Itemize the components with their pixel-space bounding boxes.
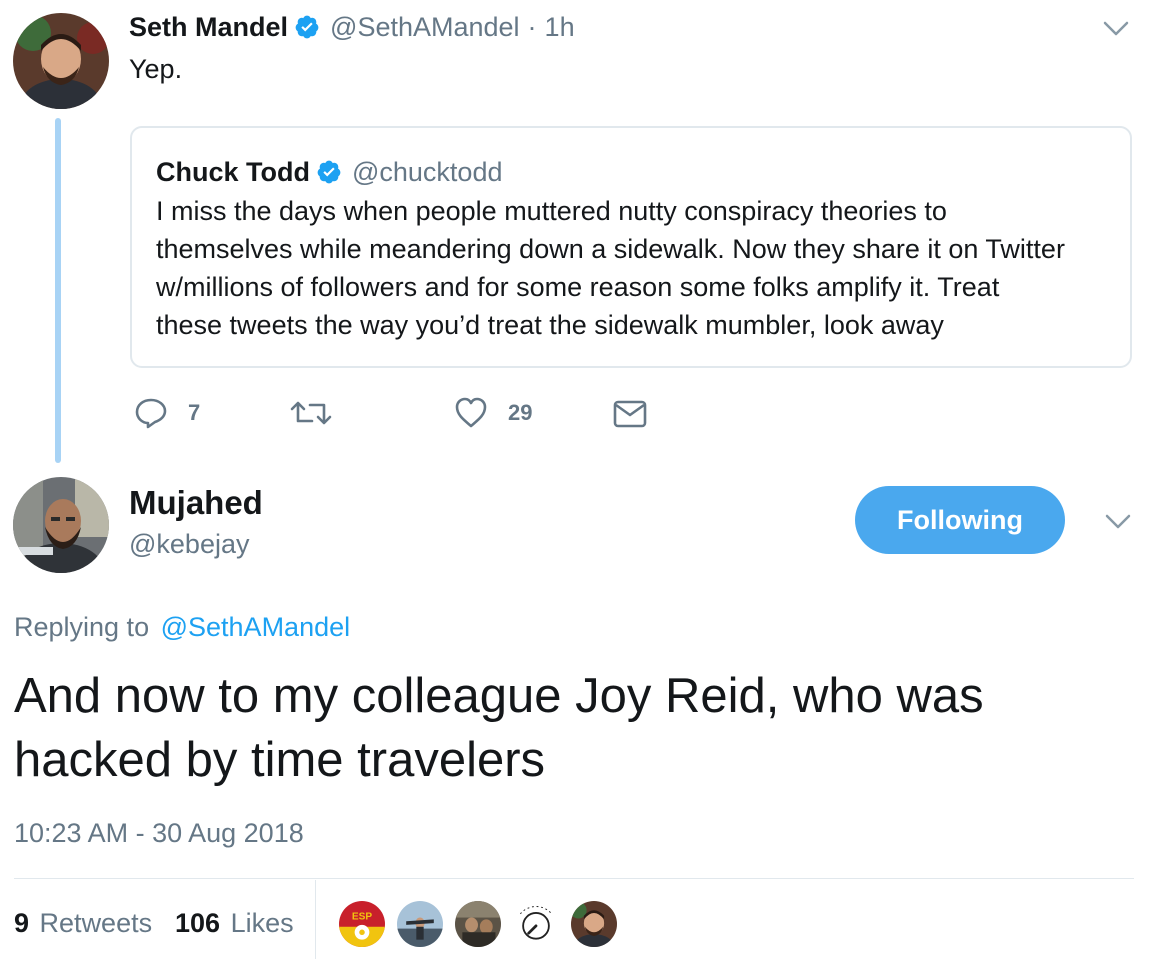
replying-to-handle-link[interactable]: @SethAMandel [161, 612, 351, 642]
tweet-timestamp[interactable]: 10:23 AM - 30 Aug 2018 [14, 816, 304, 850]
reply-count: 7 [188, 400, 201, 425]
parent-more-chevron-down-icon[interactable] [1101, 18, 1131, 40]
retweets-stat[interactable]: 9 Retweets [14, 906, 152, 940]
quoted-author-name: Chuck Todd [156, 156, 310, 187]
parent-author-handle[interactable]: @SethAMandel [330, 12, 520, 43]
main-author-name[interactable]: Mujahed [129, 483, 263, 523]
retweets-count: 9 [14, 908, 30, 938]
likes-count: 106 [175, 908, 221, 938]
main-author-handle[interactable]: @kebejay [129, 527, 249, 561]
envelope-icon [612, 399, 648, 429]
liker-avatar[interactable] [453, 899, 503, 949]
quoted-text-line: themselves while meandering down a sidew… [156, 234, 1065, 264]
quoted-text-line: these tweets the way you’d treat the sid… [156, 310, 944, 340]
reply-action[interactable]: 7 [134, 396, 200, 430]
reply-icon [134, 396, 168, 430]
main-tweet-text: And now to my colleague Joy Reid, who wa… [14, 664, 984, 792]
parent-author-name[interactable]: Seth Mandel [129, 12, 288, 43]
quoted-text-line: w/millions of followers and for some rea… [156, 272, 1000, 302]
quoted-text-line: I miss the days when people muttered nut… [156, 196, 947, 226]
liker-avatar[interactable] [395, 899, 445, 949]
main-tweet-text-line: And now to my colleague Joy Reid, who wa… [14, 669, 984, 723]
quoted-verified-badge-icon [316, 159, 342, 185]
liker-badge-text: ESP [352, 911, 372, 922]
retweet-action[interactable] [290, 396, 342, 430]
following-button[interactable]: Following [855, 486, 1065, 554]
like-count: 29 [508, 400, 533, 425]
stats-divider [14, 878, 1134, 879]
liker-avatar[interactable] [511, 899, 561, 949]
header-separator: · [527, 11, 537, 42]
replying-to-line: Replying to @SethAMandel [14, 610, 350, 644]
likes-stat[interactable]: 106 Likes [175, 906, 294, 940]
parent-tweet-time[interactable]: 1h [545, 12, 575, 43]
heart-icon [454, 396, 488, 430]
main-more-chevron-down-icon[interactable] [1103, 511, 1133, 533]
likes-label: Likes [230, 908, 294, 938]
retweet-icon [290, 396, 332, 430]
quoted-author-handle: @chucktodd [351, 156, 503, 187]
retweets-label: Retweets [39, 908, 153, 938]
stats-vertical-divider [315, 880, 316, 959]
replying-to-label: Replying to [14, 612, 150, 642]
seth-mandel-avatar[interactable] [13, 13, 109, 109]
liker-avatar[interactable]: ESP [337, 899, 387, 949]
thread-connector-line [55, 118, 61, 463]
like-action[interactable]: 29 [454, 396, 532, 430]
mujahed-avatar[interactable] [13, 477, 109, 573]
main-tweet-text-line: hacked by time travelers [14, 733, 546, 787]
liker-avatar[interactable] [569, 899, 619, 949]
quoted-tweet-card[interactable]: Chuck Todd @chucktodd I miss the days wh… [130, 126, 1132, 368]
parent-tweet-text: Yep. [129, 54, 183, 84]
verified-badge-icon [294, 14, 320, 40]
quoted-tweet-header: Chuck Todd @chucktodd [156, 154, 502, 190]
parent-tweet-header: Seth Mandel @SethAMandel · 1h [129, 10, 575, 44]
quoted-tweet-text: I miss the days when people muttered nut… [156, 192, 1126, 344]
direct-message-action[interactable] [612, 398, 648, 430]
